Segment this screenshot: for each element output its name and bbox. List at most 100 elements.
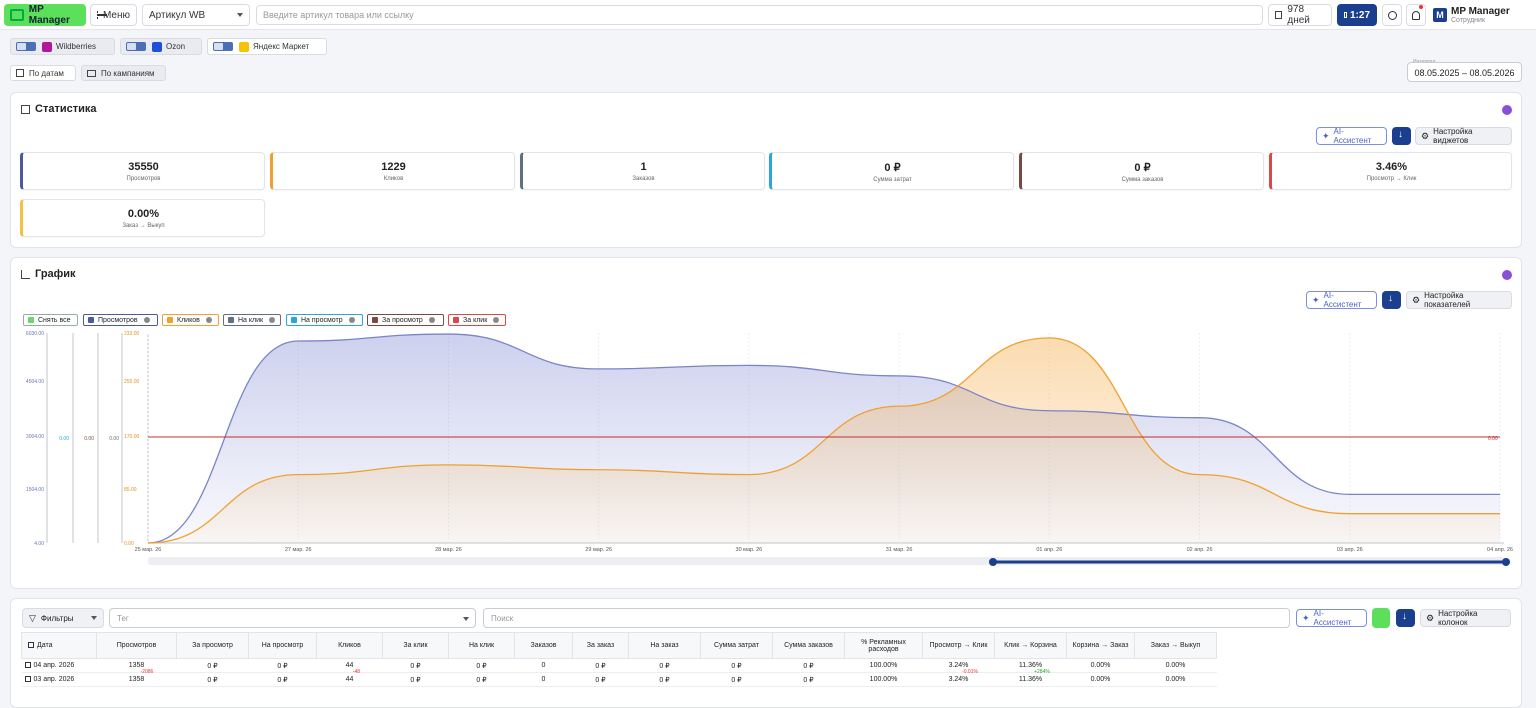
menu-icon (97, 11, 107, 19)
toggle-icon (213, 42, 233, 51)
legend-views[interactable]: Просмотров (83, 314, 158, 326)
article-select[interactable]: Артикул WB (142, 4, 250, 26)
close-icon[interactable] (205, 317, 212, 323)
column-header-label: На просмотр (261, 642, 304, 649)
top-bar: MP Manager Меню Артикул WB Введите артик… (0, 0, 1536, 30)
table-cell: 0 ₽ (572, 672, 629, 687)
data-table: Дата Просмотров За просмотр На просмотр Клик… (21, 632, 1217, 687)
column-header[interactable]: Кликов (316, 632, 383, 659)
close-icon[interactable] (493, 317, 500, 323)
column-header-label: % Рекламных расходов (861, 638, 906, 653)
collapse-icon[interactable] (1502, 270, 1512, 280)
download-button[interactable] (1382, 291, 1401, 309)
column-header-label: Кликов (338, 642, 361, 649)
column-header[interactable]: На просмотр (248, 632, 317, 659)
ai-assistant-button[interactable]: ✦ AI-Ассистент (1296, 609, 1367, 627)
cell-value: 0.00% (1165, 662, 1186, 669)
notifications-button[interactable] (1406, 4, 1426, 26)
column-header[interactable]: Заказ → Выкуп (1134, 632, 1217, 659)
search-input[interactable]: Введите артикул товара или ссылку (256, 5, 1263, 25)
cell-value: 11.36% (1018, 676, 1043, 683)
close-icon[interactable] (428, 317, 435, 323)
timer-button[interactable]: 1:27 (1337, 4, 1377, 26)
table-cell: 44 (316, 658, 383, 673)
graph-panel: График ✦AI-Ассистент ⚙Настройка показате… (10, 257, 1522, 589)
stat-card-order-sum: 0 ₽ Сумма заказов (1019, 152, 1264, 190)
table-cell: 11.36% +284% (994, 669, 1067, 687)
column-header[interactable]: Сумма затрат (700, 632, 773, 659)
column-header-label: Заказ → Выкуп (1150, 642, 1201, 649)
column-header[interactable]: За просмотр (176, 632, 249, 659)
table-cell: 0.00% (1066, 658, 1135, 673)
close-icon[interactable] (143, 317, 150, 323)
close-icon[interactable] (269, 317, 276, 323)
table-cell: 0 ₽ (700, 658, 773, 673)
stat-card-buyout: 0.00% Заказ → Выкуп (20, 199, 265, 237)
legend-cost-per-click[interactable]: За клик (448, 314, 506, 326)
tab-by-campaigns[interactable]: По кампаниям (81, 65, 166, 81)
column-header[interactable]: % Рекламных расходов (844, 632, 923, 659)
stat-card-views: 35550 Просмотров (20, 152, 265, 190)
column-header[interactable]: На заказ (628, 632, 701, 659)
period-picker[interactable]: 08.05.2025 – 08.05.2026 (1407, 62, 1522, 82)
checkbox-icon[interactable] (24, 662, 31, 669)
cell-value: 1358 (128, 662, 145, 669)
logo[interactable]: MP Manager (4, 4, 86, 26)
cell-value: 0 ₽ (410, 676, 421, 684)
close-icon[interactable] (348, 317, 355, 323)
cell-value: 1358 (128, 676, 145, 683)
cell-value: 0 ₽ (207, 676, 218, 684)
legend-per-view[interactable]: На просмотр (286, 314, 363, 326)
table-cell: 0 ₽ (248, 658, 317, 673)
emoji-button[interactable] (1382, 4, 1402, 26)
cell-value: 0 ₽ (595, 676, 606, 684)
column-header[interactable]: Просмотров (96, 632, 177, 659)
widget-settings-button[interactable]: ⚙ Настройка виджетов (1415, 127, 1512, 145)
table-cell: 0.00% (1134, 658, 1217, 673)
legend-clicks[interactable]: Кликов (162, 314, 219, 326)
legend-cost-per-view[interactable]: За просмотр (367, 314, 444, 326)
cell-value: 0 (541, 676, 546, 683)
legend-per-click[interactable]: На клик (223, 314, 281, 326)
columns-settings-button[interactable]: ⚙ Настройка колонок (1420, 609, 1511, 627)
download-button[interactable] (1396, 609, 1415, 627)
column-header[interactable]: Корзина → Заказ (1066, 632, 1135, 659)
column-header[interactable]: За клик (382, 632, 449, 659)
mp-tab-wildberries[interactable]: Wildberries (10, 38, 115, 55)
column-header[interactable]: Заказов (514, 632, 573, 659)
mp-tab-yandex[interactable]: Яндекс Маркет (207, 38, 327, 55)
column-header-label: Просмотр → Клик (929, 642, 988, 649)
table-search-input[interactable]: Поиск (483, 608, 1290, 628)
days-button[interactable]: 978 дней (1268, 4, 1332, 26)
collapse-icon[interactable] (1502, 105, 1512, 115)
legend-swatch (372, 317, 378, 323)
column-header[interactable]: Просмотр → Клик (922, 632, 995, 659)
megaphone-icon (87, 69, 96, 77)
column-header[interactable]: Клик → Корзина (994, 632, 1067, 659)
metrics-settings-button[interactable]: ⚙ Настройка показателей (1406, 291, 1512, 309)
checkbox-icon[interactable] (28, 642, 34, 649)
column-header[interactable]: Сумма заказов (772, 632, 845, 659)
user-menu[interactable]: M MP Manager Сотрудник (1433, 3, 1529, 27)
download-button[interactable] (1392, 127, 1411, 145)
cell-value: 0 ₽ (803, 662, 814, 670)
tab-by-dates[interactable]: По датам (10, 65, 76, 81)
checkbox-icon[interactable] (24, 676, 31, 683)
column-header[interactable]: За заказ (572, 632, 629, 659)
menu-button[interactable]: Меню (90, 4, 137, 26)
mp-tab-ozon[interactable]: Ozon (120, 38, 202, 55)
table-cell: 04 апр. 2026 (21, 658, 97, 673)
stat-card-orders: 1 Заказов (520, 152, 765, 190)
refresh-button[interactable] (1372, 608, 1390, 628)
ai-assistant-button[interactable]: ✦ AI-Ассистент (1316, 127, 1387, 145)
legend-clear-all[interactable]: Снять все (23, 314, 78, 326)
ai-assistant-button[interactable]: ✦ AI-Ассистент (1306, 291, 1377, 309)
filters-button[interactable]: ▽ Фильтры (22, 608, 104, 628)
column-header[interactable]: Дата (21, 632, 97, 659)
graph-title: График (21, 268, 76, 280)
table-row[interactable]: 03 апр. 2026 1358 -2086 0 ₽ 0 ₽ 44 -48 0 ₽ 0 ₽ 0 0… (21, 669, 1217, 687)
column-header[interactable]: На клик (448, 632, 515, 659)
tag-select[interactable]: Тег (109, 608, 476, 628)
gear-icon: ⚙ (1421, 130, 1430, 141)
ozon-icon (152, 41, 162, 52)
